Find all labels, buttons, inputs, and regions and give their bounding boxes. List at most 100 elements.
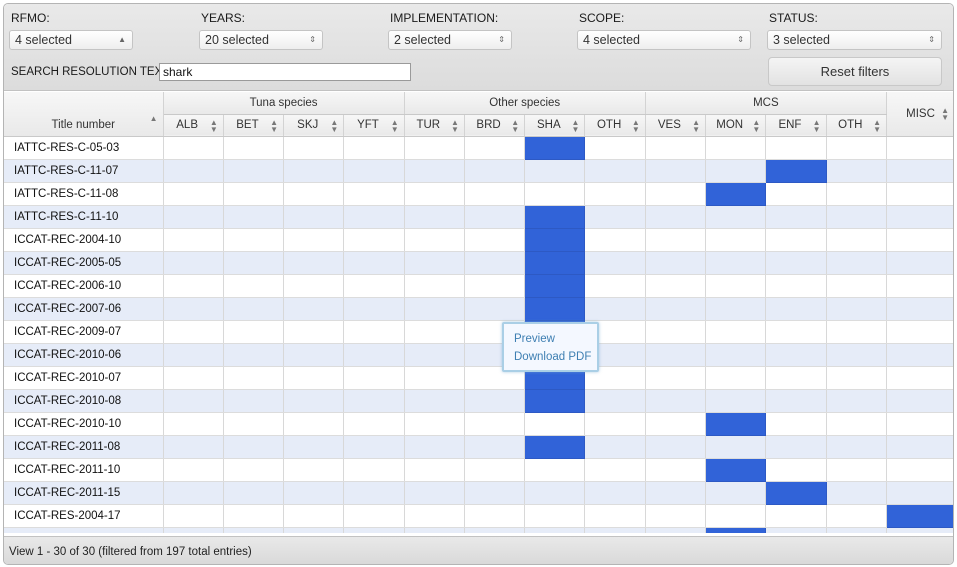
category-cell[interactable]	[584, 389, 646, 413]
category-cell[interactable]	[404, 527, 465, 533]
category-cell[interactable]	[404, 228, 465, 252]
category-cell[interactable]	[404, 136, 465, 160]
category-cell[interactable]	[163, 205, 224, 229]
category-cell[interactable]	[886, 366, 953, 390]
category-cell[interactable]	[886, 182, 953, 206]
category-cell[interactable]	[343, 228, 405, 252]
category-cell[interactable]	[765, 458, 827, 482]
category-cell[interactable]	[645, 205, 707, 229]
category-cell[interactable]	[524, 504, 586, 528]
category-cell[interactable]	[404, 320, 465, 344]
category-cell[interactable]	[826, 251, 888, 275]
category-cell[interactable]	[645, 504, 707, 528]
category-cell[interactable]	[826, 136, 888, 160]
category-cell[interactable]	[283, 297, 345, 321]
category-cell[interactable]	[283, 182, 345, 206]
category-cell[interactable]	[584, 182, 646, 206]
column-header-oth[interactable]: OTH ▲ ▼	[584, 114, 646, 137]
category-cell[interactable]	[826, 343, 888, 367]
category-cell[interactable]	[404, 435, 465, 459]
category-cell[interactable]	[826, 412, 888, 436]
category-cell[interactable]	[645, 297, 707, 321]
category-cell[interactable]	[524, 458, 586, 482]
category-cell[interactable]	[343, 435, 405, 459]
category-cell[interactable]	[705, 389, 767, 413]
category-cell[interactable]	[464, 182, 526, 206]
category-cell[interactable]	[163, 136, 224, 160]
category-cell[interactable]	[163, 366, 224, 390]
category-cell[interactable]	[705, 159, 767, 183]
category-mark-mon[interactable]	[705, 527, 767, 533]
download-pdf-link[interactable]: Download PDF	[514, 349, 597, 367]
category-cell[interactable]	[765, 136, 827, 160]
category-cell[interactable]	[705, 297, 767, 321]
category-cell[interactable]	[705, 343, 767, 367]
category-cell[interactable]	[886, 412, 953, 436]
category-cell[interactable]	[584, 205, 646, 229]
category-cell[interactable]	[826, 366, 888, 390]
category-cell[interactable]	[645, 389, 707, 413]
category-cell[interactable]	[765, 297, 827, 321]
category-cell[interactable]	[283, 435, 345, 459]
category-cell[interactable]	[584, 228, 646, 252]
category-cell[interactable]	[404, 205, 465, 229]
category-cell[interactable]	[705, 205, 767, 229]
title-number-cell[interactable]: IATTC-RES-C-05-03	[4, 136, 164, 160]
category-cell[interactable]	[645, 527, 707, 533]
category-cell[interactable]	[404, 343, 465, 367]
category-cell[interactable]	[826, 389, 888, 413]
category-mark-sha[interactable]	[524, 136, 586, 160]
table-row[interactable]: ICCAT-REC-2011-08	[4, 435, 953, 459]
category-cell[interactable]	[343, 504, 405, 528]
category-cell[interactable]	[826, 159, 888, 183]
table-row[interactable]: ICCAT-REC-2010-10	[4, 412, 953, 436]
category-mark-enf[interactable]	[765, 159, 827, 183]
category-cell[interactable]	[283, 343, 345, 367]
category-cell[interactable]	[163, 274, 224, 298]
column-header-yft[interactable]: YFT ▲ ▼	[343, 114, 405, 137]
category-cell[interactable]	[343, 136, 405, 160]
category-cell[interactable]	[584, 527, 646, 533]
category-cell[interactable]	[283, 228, 345, 252]
category-cell[interactable]	[705, 251, 767, 275]
column-header-bet[interactable]: BET ▲ ▼	[223, 114, 285, 137]
category-cell[interactable]	[163, 251, 224, 275]
category-cell[interactable]	[163, 435, 224, 459]
category-cell[interactable]	[163, 159, 224, 183]
status-select[interactable]: 3 selected ⇕	[767, 30, 942, 50]
search-input[interactable]	[159, 63, 411, 81]
years-select[interactable]: 20 selected ⇕	[199, 30, 323, 50]
category-cell[interactable]	[645, 366, 707, 390]
category-cell[interactable]	[826, 274, 888, 298]
category-cell[interactable]	[283, 274, 345, 298]
category-cell[interactable]	[404, 504, 465, 528]
category-cell[interactable]	[886, 274, 953, 298]
category-cell[interactable]	[584, 412, 646, 436]
category-cell[interactable]	[223, 412, 285, 436]
table-row[interactable]: ICCAT-REC-2006-10	[4, 274, 953, 298]
title-number-cell[interactable]: IATTC-RES-C-11-07	[4, 159, 164, 183]
category-cell[interactable]	[886, 251, 953, 275]
title-number-cell[interactable]: ICCAT-REC-2011-10	[4, 458, 164, 482]
category-cell[interactable]	[343, 527, 405, 533]
title-number-cell[interactable]: ICCAT-REC-2010-07	[4, 366, 164, 390]
table-row[interactable]: ICCAT-REC-2010-06	[4, 343, 953, 367]
title-number-cell[interactable]: IOTC-RES-11-06	[4, 527, 164, 533]
category-cell[interactable]	[524, 412, 586, 436]
category-cell[interactable]	[464, 251, 526, 275]
category-cell[interactable]	[343, 389, 405, 413]
category-cell[interactable]	[404, 274, 465, 298]
category-cell[interactable]	[645, 481, 707, 505]
column-header-skj[interactable]: SKJ ▲ ▼	[283, 114, 345, 137]
table-row[interactable]: ICCAT-REC-2011-10	[4, 458, 953, 482]
category-cell[interactable]	[163, 228, 224, 252]
preview-link[interactable]: Preview	[514, 331, 597, 349]
title-number-cell[interactable]: ICCAT-REC-2007-06	[4, 297, 164, 321]
category-cell[interactable]	[223, 297, 285, 321]
category-cell[interactable]	[464, 458, 526, 482]
category-cell[interactable]	[705, 274, 767, 298]
category-cell[interactable]	[765, 366, 827, 390]
category-cell[interactable]	[223, 504, 285, 528]
category-cell[interactable]	[283, 205, 345, 229]
category-cell[interactable]	[886, 458, 953, 482]
